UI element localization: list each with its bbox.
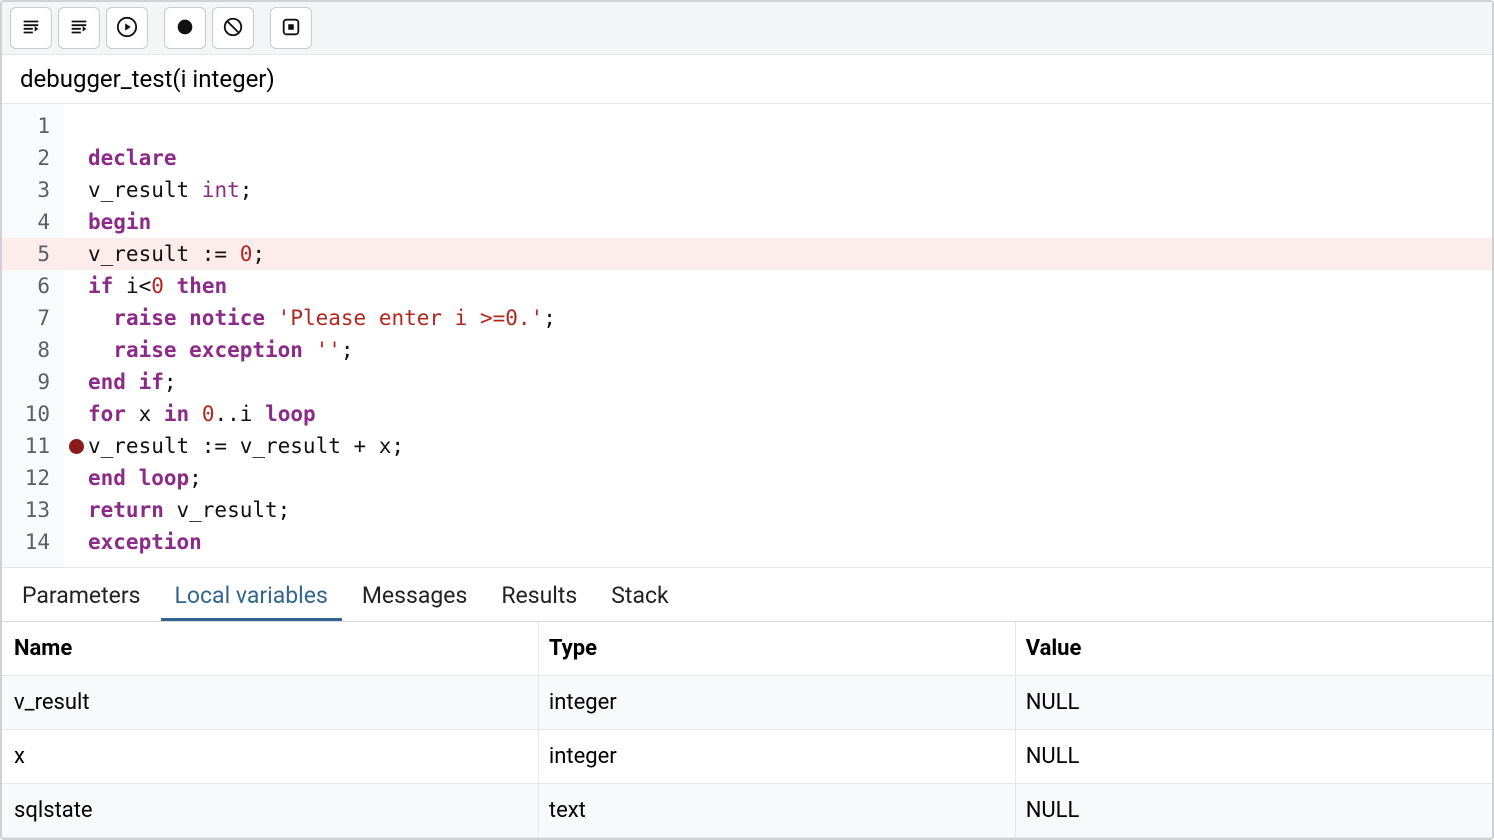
code-line[interactable]: begin (88, 206, 1492, 238)
code-line[interactable]: raise notice 'Please enter i >=0.'; (88, 302, 1492, 334)
col-value[interactable]: Value (1015, 622, 1492, 676)
tab-local-variables[interactable]: Local variables (173, 578, 330, 621)
table-row[interactable]: sqlstatetextNULL (2, 784, 1492, 838)
code-area[interactable]: declarev_result int;beginv_result := 0;i… (88, 104, 1492, 567)
line-number: 11 (2, 430, 64, 462)
debugger-panel: debugger_test(i integer) 123456789101112… (0, 0, 1494, 840)
col-name[interactable]: Name (2, 622, 538, 676)
breakpoint-toggle-button[interactable] (164, 7, 206, 49)
cell-type: text (538, 784, 1015, 838)
breakpoint-slot[interactable] (64, 398, 88, 430)
line-number: 8 (2, 334, 64, 366)
line-number: 1 (2, 110, 64, 142)
breakpoint-slot[interactable] (64, 462, 88, 494)
tab-parameters[interactable]: Parameters (20, 578, 143, 621)
line-number: 9 (2, 366, 64, 398)
cell-value: NULL (1015, 784, 1492, 838)
function-signature: debugger_test(i integer) (2, 55, 1492, 104)
code-line[interactable] (88, 110, 1492, 142)
code-line[interactable]: end if; (88, 366, 1492, 398)
line-number: 7 (2, 302, 64, 334)
breakpoint-slot[interactable] (64, 430, 88, 462)
tab-messages[interactable]: Messages (360, 578, 470, 621)
step-over-icon (68, 16, 90, 41)
step-into-icon (20, 16, 42, 41)
continue-button[interactable] (106, 7, 148, 49)
code-line[interactable]: v_result int; (88, 174, 1492, 206)
breakpoint-slot[interactable] (64, 238, 88, 270)
cell-type: integer (538, 730, 1015, 784)
breakpoint-slot[interactable] (64, 110, 88, 142)
cell-name: sqlstate (2, 784, 538, 838)
debugger-toolbar (2, 2, 1492, 55)
breakpoint-slot[interactable] (64, 494, 88, 526)
cell-type: integer (538, 676, 1015, 730)
clear-circle-icon (222, 16, 244, 41)
code-editor[interactable]: 1234567891011121314 declarev_result int;… (2, 104, 1492, 567)
tab-stack[interactable]: Stack (609, 578, 670, 621)
line-number: 6 (2, 270, 64, 302)
code-line[interactable]: for x in 0..i loop (88, 398, 1492, 430)
line-number: 3 (2, 174, 64, 206)
line-number: 13 (2, 494, 64, 526)
step-over-button[interactable] (58, 7, 100, 49)
breakpoint-gutter[interactable] (64, 104, 88, 567)
cell-name: v_result (2, 676, 538, 730)
line-number: 14 (2, 526, 64, 558)
breakpoint-slot[interactable] (64, 174, 88, 206)
code-line[interactable]: if i<0 then (88, 270, 1492, 302)
line-number: 4 (2, 206, 64, 238)
breakpoint-slot[interactable] (64, 526, 88, 558)
line-number: 10 (2, 398, 64, 430)
breakpoint-dot-icon (174, 16, 196, 41)
tab-results[interactable]: Results (499, 578, 579, 621)
line-number: 5 (2, 238, 64, 270)
breakpoint-slot[interactable] (64, 366, 88, 398)
code-line[interactable]: declare (88, 142, 1492, 174)
breakpoint-slot[interactable] (64, 142, 88, 174)
play-circle-icon (116, 16, 138, 41)
cell-name: x (2, 730, 538, 784)
code-line[interactable]: v_result := v_result + x; (88, 430, 1492, 462)
breakpoint-slot[interactable] (64, 270, 88, 302)
code-line[interactable]: exception (88, 526, 1492, 558)
stop-square-icon (280, 16, 302, 41)
line-number: 12 (2, 462, 64, 494)
locals-table: Name Type Value v_resultintegerNULLxinte… (2, 622, 1492, 838)
line-number: 2 (2, 142, 64, 174)
table-row[interactable]: xintegerNULL (2, 730, 1492, 784)
code-line[interactable]: end loop; (88, 462, 1492, 494)
breakpoint-slot[interactable] (64, 206, 88, 238)
table-row[interactable]: v_resultintegerNULL (2, 676, 1492, 730)
code-line[interactable]: raise exception ''; (88, 334, 1492, 366)
breakpoint-slot[interactable] (64, 334, 88, 366)
cell-value: NULL (1015, 676, 1492, 730)
debug-tabs: Parameters Local variables Messages Results… (2, 567, 1492, 621)
breakpoint-slot[interactable] (64, 302, 88, 334)
step-into-button[interactable] (10, 7, 52, 49)
code-line[interactable]: return v_result; (88, 494, 1492, 526)
locals-table-wrap: Name Type Value v_resultintegerNULLxinte… (2, 621, 1492, 838)
clear-breakpoints-button[interactable] (212, 7, 254, 49)
line-number-gutter: 1234567891011121314 (2, 104, 64, 567)
cell-value: NULL (1015, 730, 1492, 784)
stop-button[interactable] (270, 7, 312, 49)
breakpoint-dot-icon (69, 439, 84, 454)
col-type[interactable]: Type (538, 622, 1015, 676)
code-line[interactable]: v_result := 0; (88, 238, 1492, 270)
